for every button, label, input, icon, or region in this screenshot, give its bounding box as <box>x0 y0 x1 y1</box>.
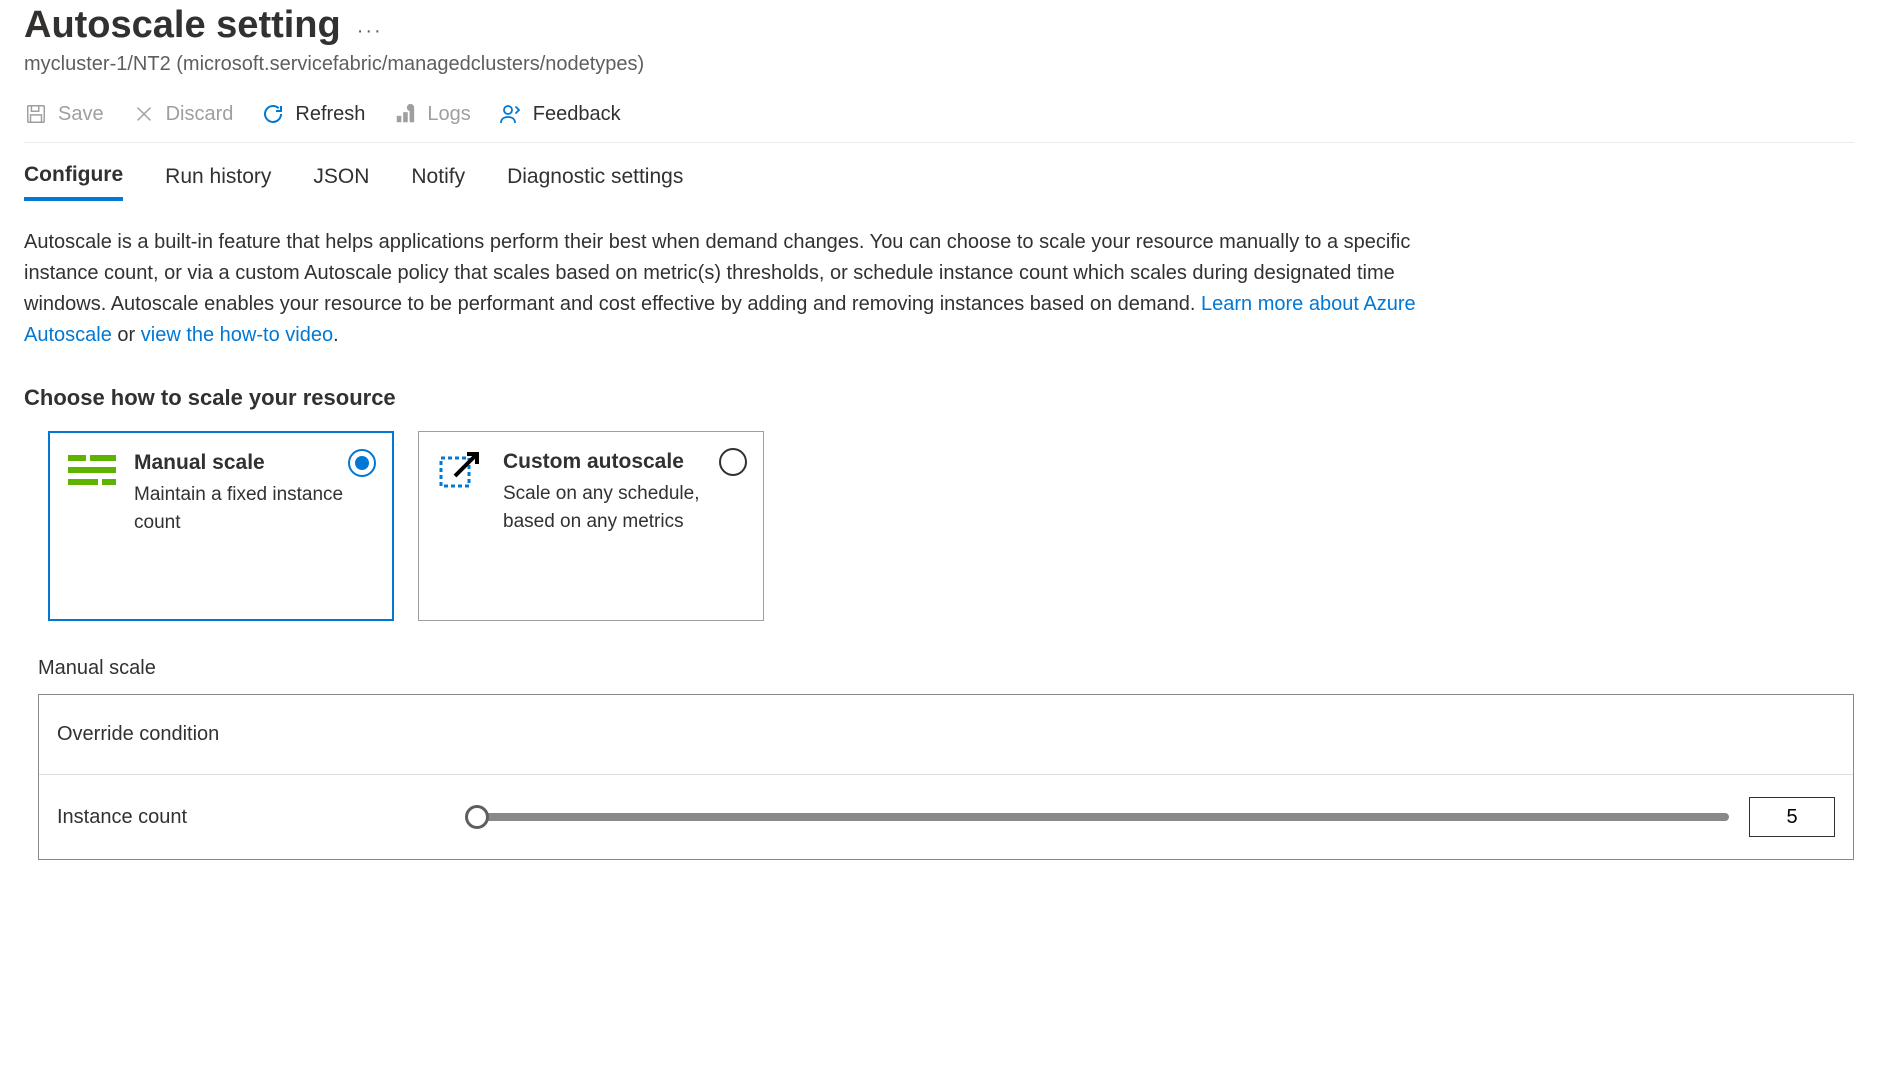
override-condition-row: Override condition <box>39 695 1853 775</box>
feedback-label: Feedback <box>533 103 621 126</box>
tab-run-history[interactable]: Run history <box>165 163 271 201</box>
scale-mode-cards: Manual scale Maintain a fixed instance c… <box>48 431 1854 621</box>
custom-autoscale-card[interactable]: Custom autoscale Scale on any schedule, … <box>418 431 764 621</box>
howto-video-link[interactable]: view the how-to video <box>141 324 333 346</box>
instance-count-label: Instance count <box>57 806 457 829</box>
manual-scale-desc: Maintain a fixed instance count <box>134 481 374 536</box>
custom-autoscale-icon <box>437 450 485 492</box>
close-icon <box>132 102 156 126</box>
tabs: Configure Run history JSON Notify Diagno… <box>24 143 1854 201</box>
manual-scale-icon <box>68 451 116 493</box>
refresh-icon <box>261 102 285 126</box>
resource-path: mycluster-1/NT2 (microsoft.servicefabric… <box>24 53 1854 76</box>
choose-scale-heading: Choose how to scale your resource <box>24 385 1854 411</box>
refresh-label: Refresh <box>295 103 365 126</box>
tab-configure[interactable]: Configure <box>24 163 123 201</box>
logs-button[interactable]: Logs <box>393 102 470 126</box>
save-label: Save <box>58 103 104 126</box>
override-condition-label: Override condition <box>57 723 457 746</box>
feedback-button[interactable]: Feedback <box>499 102 621 126</box>
manual-scale-section-label: Manual scale <box>38 657 1854 680</box>
page-title: Autoscale setting <box>24 4 341 47</box>
instance-count-row: Instance count <box>39 775 1853 859</box>
more-actions-button[interactable]: ··· <box>357 20 383 43</box>
instance-count-input[interactable] <box>1749 797 1835 837</box>
instance-count-slider[interactable] <box>477 813 1729 821</box>
discard-button[interactable]: Discard <box>132 102 234 126</box>
custom-autoscale-desc: Scale on any schedule, based on any metr… <box>503 480 745 535</box>
slider-thumb[interactable] <box>465 805 489 829</box>
refresh-button[interactable]: Refresh <box>261 102 365 126</box>
manual-scale-config: Override condition Instance count <box>38 694 1854 860</box>
logs-icon <box>393 102 417 126</box>
save-icon <box>24 102 48 126</box>
tab-json[interactable]: JSON <box>313 163 369 201</box>
save-button[interactable]: Save <box>24 102 104 126</box>
manual-scale-card[interactable]: Manual scale Maintain a fixed instance c… <box>48 431 394 621</box>
tab-notify[interactable]: Notify <box>411 163 465 201</box>
description: Autoscale is a built-in feature that hel… <box>24 227 1424 351</box>
manual-scale-radio[interactable] <box>348 449 376 477</box>
custom-autoscale-title: Custom autoscale <box>503 450 745 474</box>
toolbar: Save Discard Refresh Logs Feedback <box>24 80 1854 143</box>
logs-label: Logs <box>427 103 470 126</box>
description-mid: or <box>117 324 140 346</box>
feedback-icon <box>499 102 523 126</box>
discard-label: Discard <box>166 103 234 126</box>
tab-diagnostic-settings[interactable]: Diagnostic settings <box>507 163 683 201</box>
custom-autoscale-radio[interactable] <box>719 448 747 476</box>
manual-scale-title: Manual scale <box>134 451 374 475</box>
description-end: . <box>333 324 339 346</box>
